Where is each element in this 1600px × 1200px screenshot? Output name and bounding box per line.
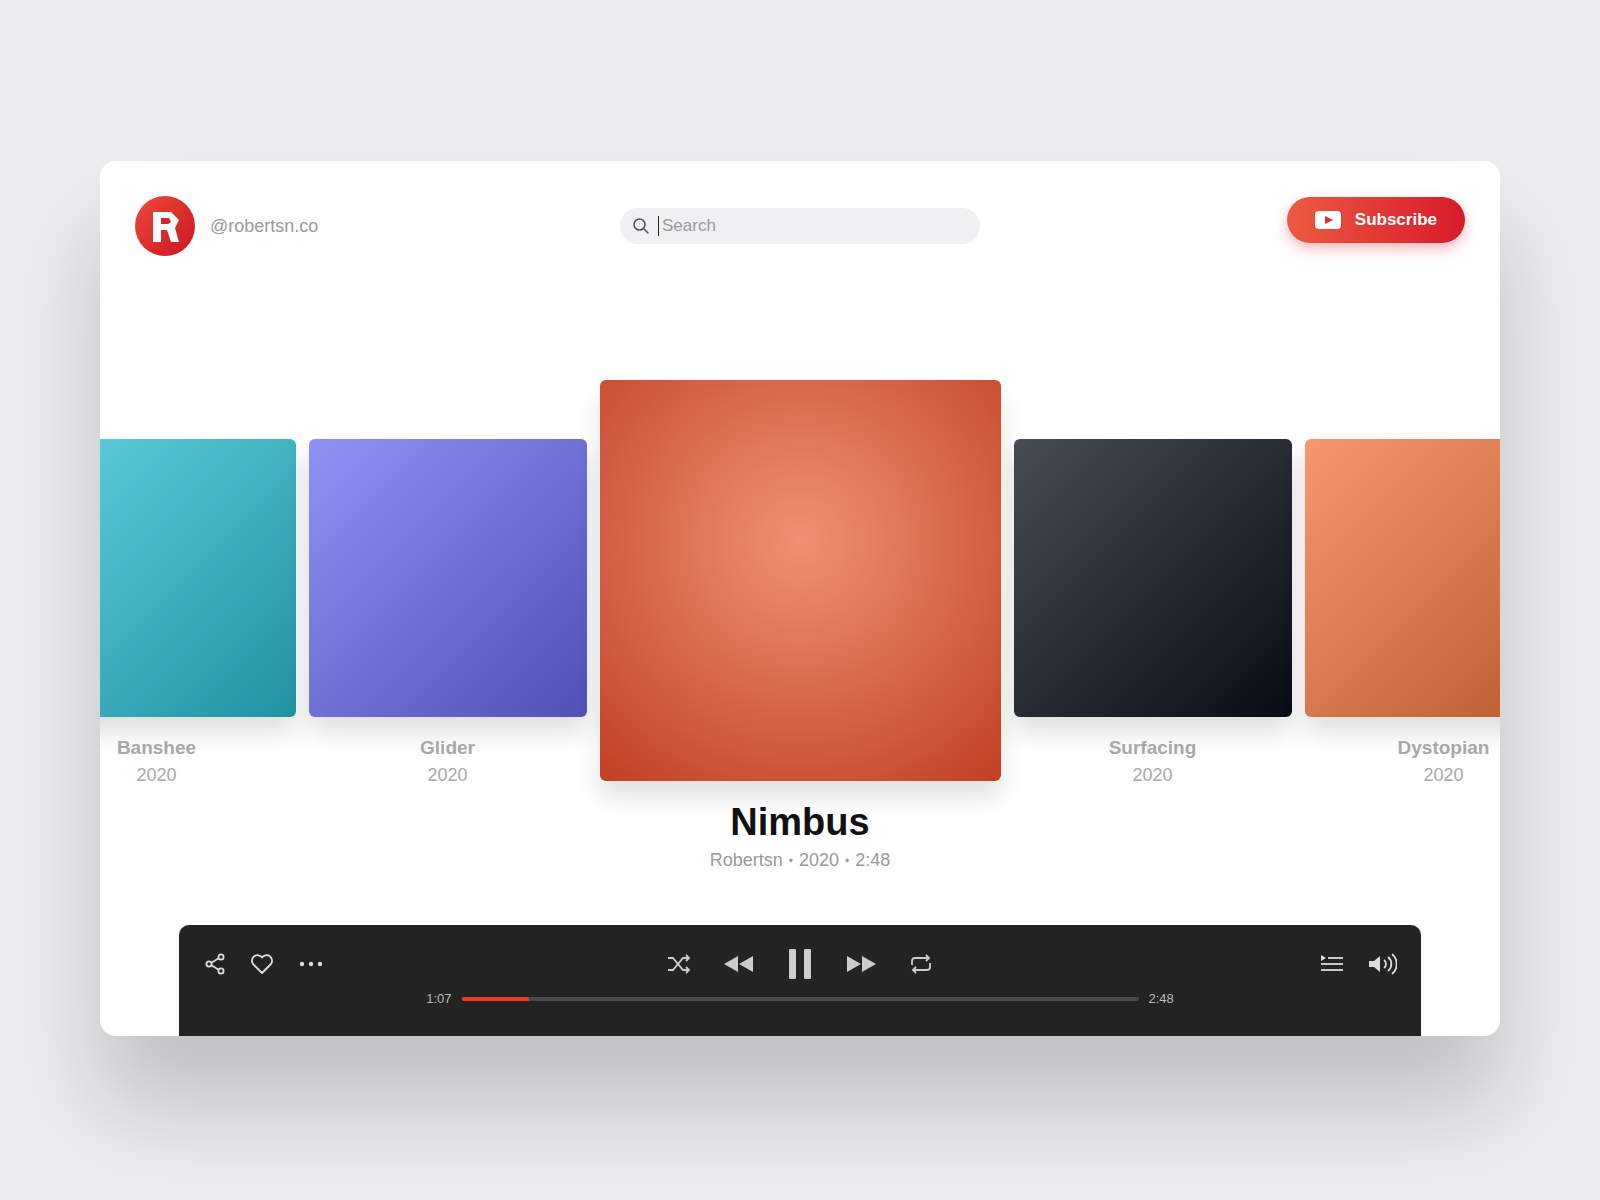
- album-title: Banshee: [117, 737, 196, 759]
- account-handle[interactable]: @robertsn.co: [210, 216, 318, 237]
- album-title: Dystopian: [1398, 737, 1490, 759]
- shuffle-icon[interactable]: [666, 952, 692, 976]
- album-art[interactable]: [100, 439, 296, 717]
- search-field[interactable]: [620, 208, 980, 244]
- account[interactable]: @robertsn.co: [135, 196, 620, 256]
- album-art[interactable]: [600, 380, 1001, 781]
- more-icon[interactable]: [297, 952, 325, 976]
- album-item[interactable]: Nimbus Robertsn • 2020 • 2:48: [600, 380, 1001, 871]
- progress-track[interactable]: [462, 997, 1139, 1001]
- progress-fill: [462, 997, 530, 1001]
- player-bar: 1:07 2:48: [179, 925, 1421, 1036]
- album-art[interactable]: [1014, 439, 1292, 717]
- progress-row: 1:07 2:48: [203, 991, 1397, 1006]
- search-icon: [632, 217, 650, 235]
- logo-icon[interactable]: [135, 196, 195, 256]
- album-year: 2020: [427, 765, 467, 786]
- album-carousel[interactable]: Banshee 2020 Glider 2020 Nimbus Robertsn…: [100, 380, 1500, 880]
- youtube-icon: [1315, 211, 1341, 229]
- pause-icon[interactable]: [786, 947, 814, 981]
- album-item[interactable]: Banshee 2020: [100, 380, 296, 786]
- album-item[interactable]: Surfacing 2020: [1014, 380, 1292, 786]
- heart-icon[interactable]: [249, 952, 275, 976]
- now-playing-title: Nimbus: [730, 801, 869, 844]
- player-window: @robertsn.co Subscribe Banshee 2020 Glid…: [100, 161, 1500, 1036]
- album-year: 2020: [136, 765, 176, 786]
- header: @robertsn.co Subscribe: [100, 161, 1500, 256]
- album-year: 2020: [1132, 765, 1172, 786]
- search-input[interactable]: [658, 216, 968, 236]
- repeat-icon[interactable]: [908, 952, 934, 976]
- album-year: 2020: [1423, 765, 1463, 786]
- now-playing-meta: Robertsn • 2020 • 2:48: [710, 850, 891, 871]
- rewind-icon[interactable]: [722, 952, 756, 976]
- album-title: Glider: [420, 737, 475, 759]
- forward-icon[interactable]: [844, 952, 878, 976]
- album-item[interactable]: Glider 2020: [309, 380, 587, 786]
- album-title: Surfacing: [1109, 737, 1197, 759]
- controls-row: [203, 947, 1397, 981]
- queue-icon[interactable]: [1319, 952, 1345, 976]
- album-art[interactable]: [309, 439, 587, 717]
- elapsed-time: 1:07: [426, 991, 451, 1006]
- subscribe-button[interactable]: Subscribe: [1287, 197, 1465, 243]
- album-art[interactable]: [1305, 439, 1501, 717]
- page: @robertsn.co Subscribe Banshee 2020 Glid…: [0, 0, 1600, 1200]
- album-item[interactable]: Dystopian 2020: [1305, 380, 1501, 786]
- volume-icon[interactable]: [1367, 952, 1397, 976]
- share-icon[interactable]: [203, 952, 227, 976]
- total-time: 2:48: [1149, 991, 1174, 1006]
